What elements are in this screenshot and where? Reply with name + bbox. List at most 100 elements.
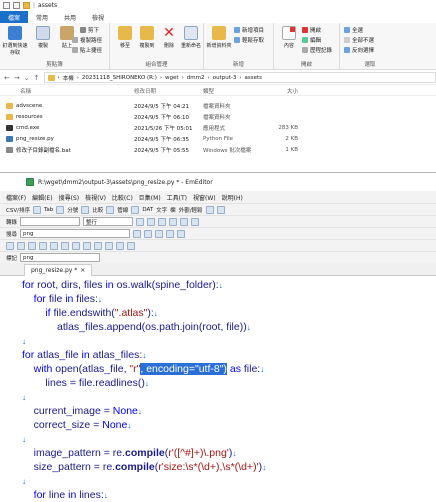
cut-button[interactable]: 剪下 [80,26,99,34]
chevron-down-icon[interactable]: ⌄ [24,74,30,82]
copy-button[interactable]: 複製 [30,26,56,56]
select-all-button[interactable]: 全選 [344,26,363,34]
compare-icon[interactable] [81,206,89,214]
file-row[interactable]: png_resize.py2024/9/5 下午 06:35Python Fil… [0,134,300,143]
col-type[interactable]: 類型 [203,87,258,95]
highlight-icon[interactable] [166,230,174,238]
csv-sort-button[interactable]: CSV/排序 [6,206,30,214]
file-row[interactable]: resources2024/9/5 下午 06:10檔案資料夾 [0,112,300,121]
line-mode-combo[interactable]: 整行 [83,217,133,226]
semicolon-button[interactable]: 分號 [67,206,78,214]
crumb-assets[interactable]: assets [245,75,263,81]
new-folder-button[interactable]: 新增資料夾 [206,26,232,56]
crumb-dmm2[interactable]: dmm2 [187,75,205,81]
menu-compare[interactable]: 比較(C) [112,193,133,202]
menu-macro[interactable]: 巨集(M) [139,193,161,202]
semicolon-icon[interactable] [56,206,64,214]
toolbar-icon[interactable] [158,218,166,226]
find-prev-icon[interactable] [155,230,163,238]
file-row[interactable]: cmd.exe2021/5/26 下午 05:01應用程式283 KB [0,123,300,132]
checkbox-icon[interactable] [13,2,20,9]
replace-icon[interactable] [116,242,124,250]
paste-shortcut-button[interactable]: 貼上捷徑 [72,46,102,54]
compare-button[interactable]: 比較 [92,206,103,214]
tab-home[interactable]: 常用 [28,11,56,23]
back-icon[interactable]: ← [4,74,10,82]
toolbar-icon[interactable] [180,218,188,226]
forward-icon[interactable]: → [14,74,20,82]
toolbar-icon[interactable] [169,218,177,226]
select-none-button[interactable]: 全部不選 [344,36,374,44]
column-button[interactable]: 欄 [170,206,176,214]
regex-icon[interactable] [177,230,185,238]
new-item-button[interactable]: 新增項目 [234,26,264,34]
pipe-icon[interactable] [106,206,114,214]
file-row[interactable]: 修改子目錄副檔名.bat2024/9/5 下午 05:55Windows 批次檔… [0,145,300,154]
appearance-button[interactable]: 外觀/輕鬆 [179,206,203,214]
tab-button[interactable]: Tab [44,207,53,213]
properties-button[interactable]: 內容 [276,26,302,56]
pipe-button[interactable]: 管線 [117,206,128,214]
easy-access-button[interactable]: 輕鬆存取 [234,36,264,44]
crumb-drive[interactable]: 20231118_SHIRONEKO (R:) [82,75,157,81]
dat-button[interactable]: DAT [142,207,153,213]
crumb-output[interactable]: output-3 [213,75,237,81]
search-icon[interactable] [133,230,141,238]
select-all-icon [344,27,350,33]
history-button[interactable]: 歷程記錄 [302,46,332,54]
breadcrumb[interactable]: › 本機› 20231118_SHIRONEKO (R:)› wget› dmm… [44,72,436,83]
tab-view[interactable]: 檢視 [84,11,112,23]
col-size[interactable]: 大小 [258,87,298,95]
tab-share[interactable]: 共用 [56,11,84,23]
wrap-icon[interactable] [127,242,135,250]
file-size: 283 KB [258,125,298,131]
open-button[interactable]: 開啟 [302,26,321,34]
copy-path-button[interactable]: 複製路徑 [72,36,102,44]
find-next-icon[interactable] [144,230,152,238]
print-icon[interactable] [39,242,47,250]
up-icon[interactable]: ↑ [34,74,40,82]
tab-file[interactable]: 檔案 [0,11,28,23]
text-button[interactable]: 文字 [156,206,167,214]
copy-icon[interactable] [61,242,69,250]
file-row[interactable]: advscene2024/9/5 下午 04:21檔案資料夾 [0,101,300,110]
cut-icon[interactable] [50,242,58,250]
toolbar-icon[interactable] [206,206,214,214]
undo-icon[interactable] [83,242,91,250]
col-name[interactable]: 名稱 [0,87,134,95]
toolbar-icon[interactable] [147,218,155,226]
menu-window[interactable]: 視窗(W) [193,193,216,202]
convert-combo[interactable] [20,217,80,226]
tab-png-resize[interactable]: png_resize.py *× [24,264,92,276]
redo-icon[interactable] [94,242,102,250]
code-editor[interactable]: for root, dirs, files in os.walk(spine_f… [0,276,436,501]
dat-icon[interactable] [131,206,139,214]
save-icon[interactable] [28,242,36,250]
col-date[interactable]: 修改日期 [134,87,203,95]
menu-edit[interactable]: 編輯(E) [32,193,52,202]
pin-button[interactable]: 釘選到快速存取 [2,26,28,56]
invert-select-button[interactable]: 反向選擇 [344,46,374,54]
tab-icon[interactable] [33,206,41,214]
menu-view[interactable]: 檢視(V) [85,193,106,202]
crumb-pc[interactable]: 本機 [63,74,74,82]
save-icon[interactable] [3,2,10,9]
cut-label: 剪下 [88,26,99,34]
toolbar-icon[interactable] [191,218,199,226]
find-icon[interactable] [105,242,113,250]
toolbar-icon[interactable] [217,206,225,214]
rename-button[interactable]: 重新命名 [178,26,204,56]
close-icon[interactable]: × [80,267,85,274]
edit-button[interactable]: 編輯 [302,36,321,44]
paste-icon[interactable] [72,242,80,250]
toolbar-icon[interactable] [136,218,144,226]
menu-file[interactable]: 檔案(F) [6,193,26,202]
new-file-icon[interactable] [6,242,14,250]
open-file-icon[interactable] [17,242,25,250]
search-input[interactable]: png [20,229,130,238]
mark-combo[interactable]: png [20,253,100,262]
menu-help[interactable]: 說明(H) [222,193,243,202]
crumb-wget[interactable]: wget [165,75,179,81]
menu-tools[interactable]: 工具(T) [167,193,187,202]
menu-search[interactable]: 搜尋(S) [59,193,80,202]
